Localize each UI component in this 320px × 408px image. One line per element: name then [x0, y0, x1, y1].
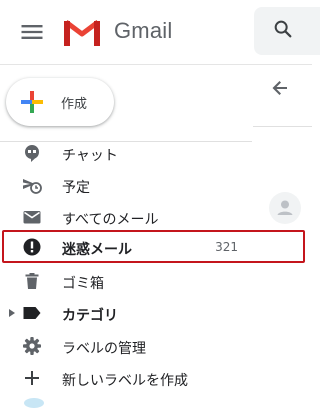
compose-plus-icon [21, 91, 43, 113]
all-mail-icon [23, 211, 41, 224]
sidebar-item-label: ゴミ箱 [62, 276, 104, 292]
sidebar-item-label: カテゴリ [62, 308, 118, 324]
avatar[interactable] [269, 192, 301, 224]
compose-label: 作成 [61, 97, 88, 112]
person-icon [277, 200, 293, 215]
sidebar-item-categories[interactable]: カテゴリ [0, 298, 252, 328]
app-header: Gmail [0, 0, 320, 65]
account-indicator [24, 398, 44, 408]
search-icon[interactable] [272, 18, 294, 40]
sidebar-item-label: すべてのメール [62, 212, 159, 228]
selection-highlight [2, 230, 305, 263]
compose-button[interactable]: 作成 [6, 78, 114, 126]
expand-caret-icon[interactable] [9, 309, 15, 317]
sidebar-item-label: 新しいラベルを作成 [62, 373, 188, 389]
scheduled-icon [23, 179, 42, 194]
sidebar-item-label: 予定 [62, 180, 90, 196]
back-arrow-icon[interactable] [270, 78, 290, 98]
gear-icon [23, 337, 41, 355]
sidebar-item-label: チャット [62, 148, 118, 164]
main-menu-icon[interactable] [18, 18, 46, 46]
chat-icon [25, 145, 39, 162]
sidebar-item-trash[interactable]: ゴミ箱 [0, 266, 252, 296]
sidebar-item-all-mail[interactable]: すべてのメール [0, 202, 252, 232]
sidebar-item-label: ラベルの管理 [62, 341, 146, 357]
gmail-logo-icon[interactable] [62, 16, 102, 48]
sidebar-item-scheduled[interactable]: 予定 [0, 170, 252, 200]
trash-icon [25, 273, 39, 289]
toolbar-divider [253, 126, 312, 127]
sidebar-item-create-label[interactable]: 新しいラベルを作成 [0, 363, 252, 393]
label-icon [23, 307, 41, 319]
brand-name[interactable]: Gmail [114, 18, 172, 44]
sidebar-item-chat[interactable]: チャット [0, 138, 252, 168]
sidebar-item-manage-labels[interactable]: ラベルの管理 [0, 331, 252, 361]
plus-icon [25, 371, 39, 385]
